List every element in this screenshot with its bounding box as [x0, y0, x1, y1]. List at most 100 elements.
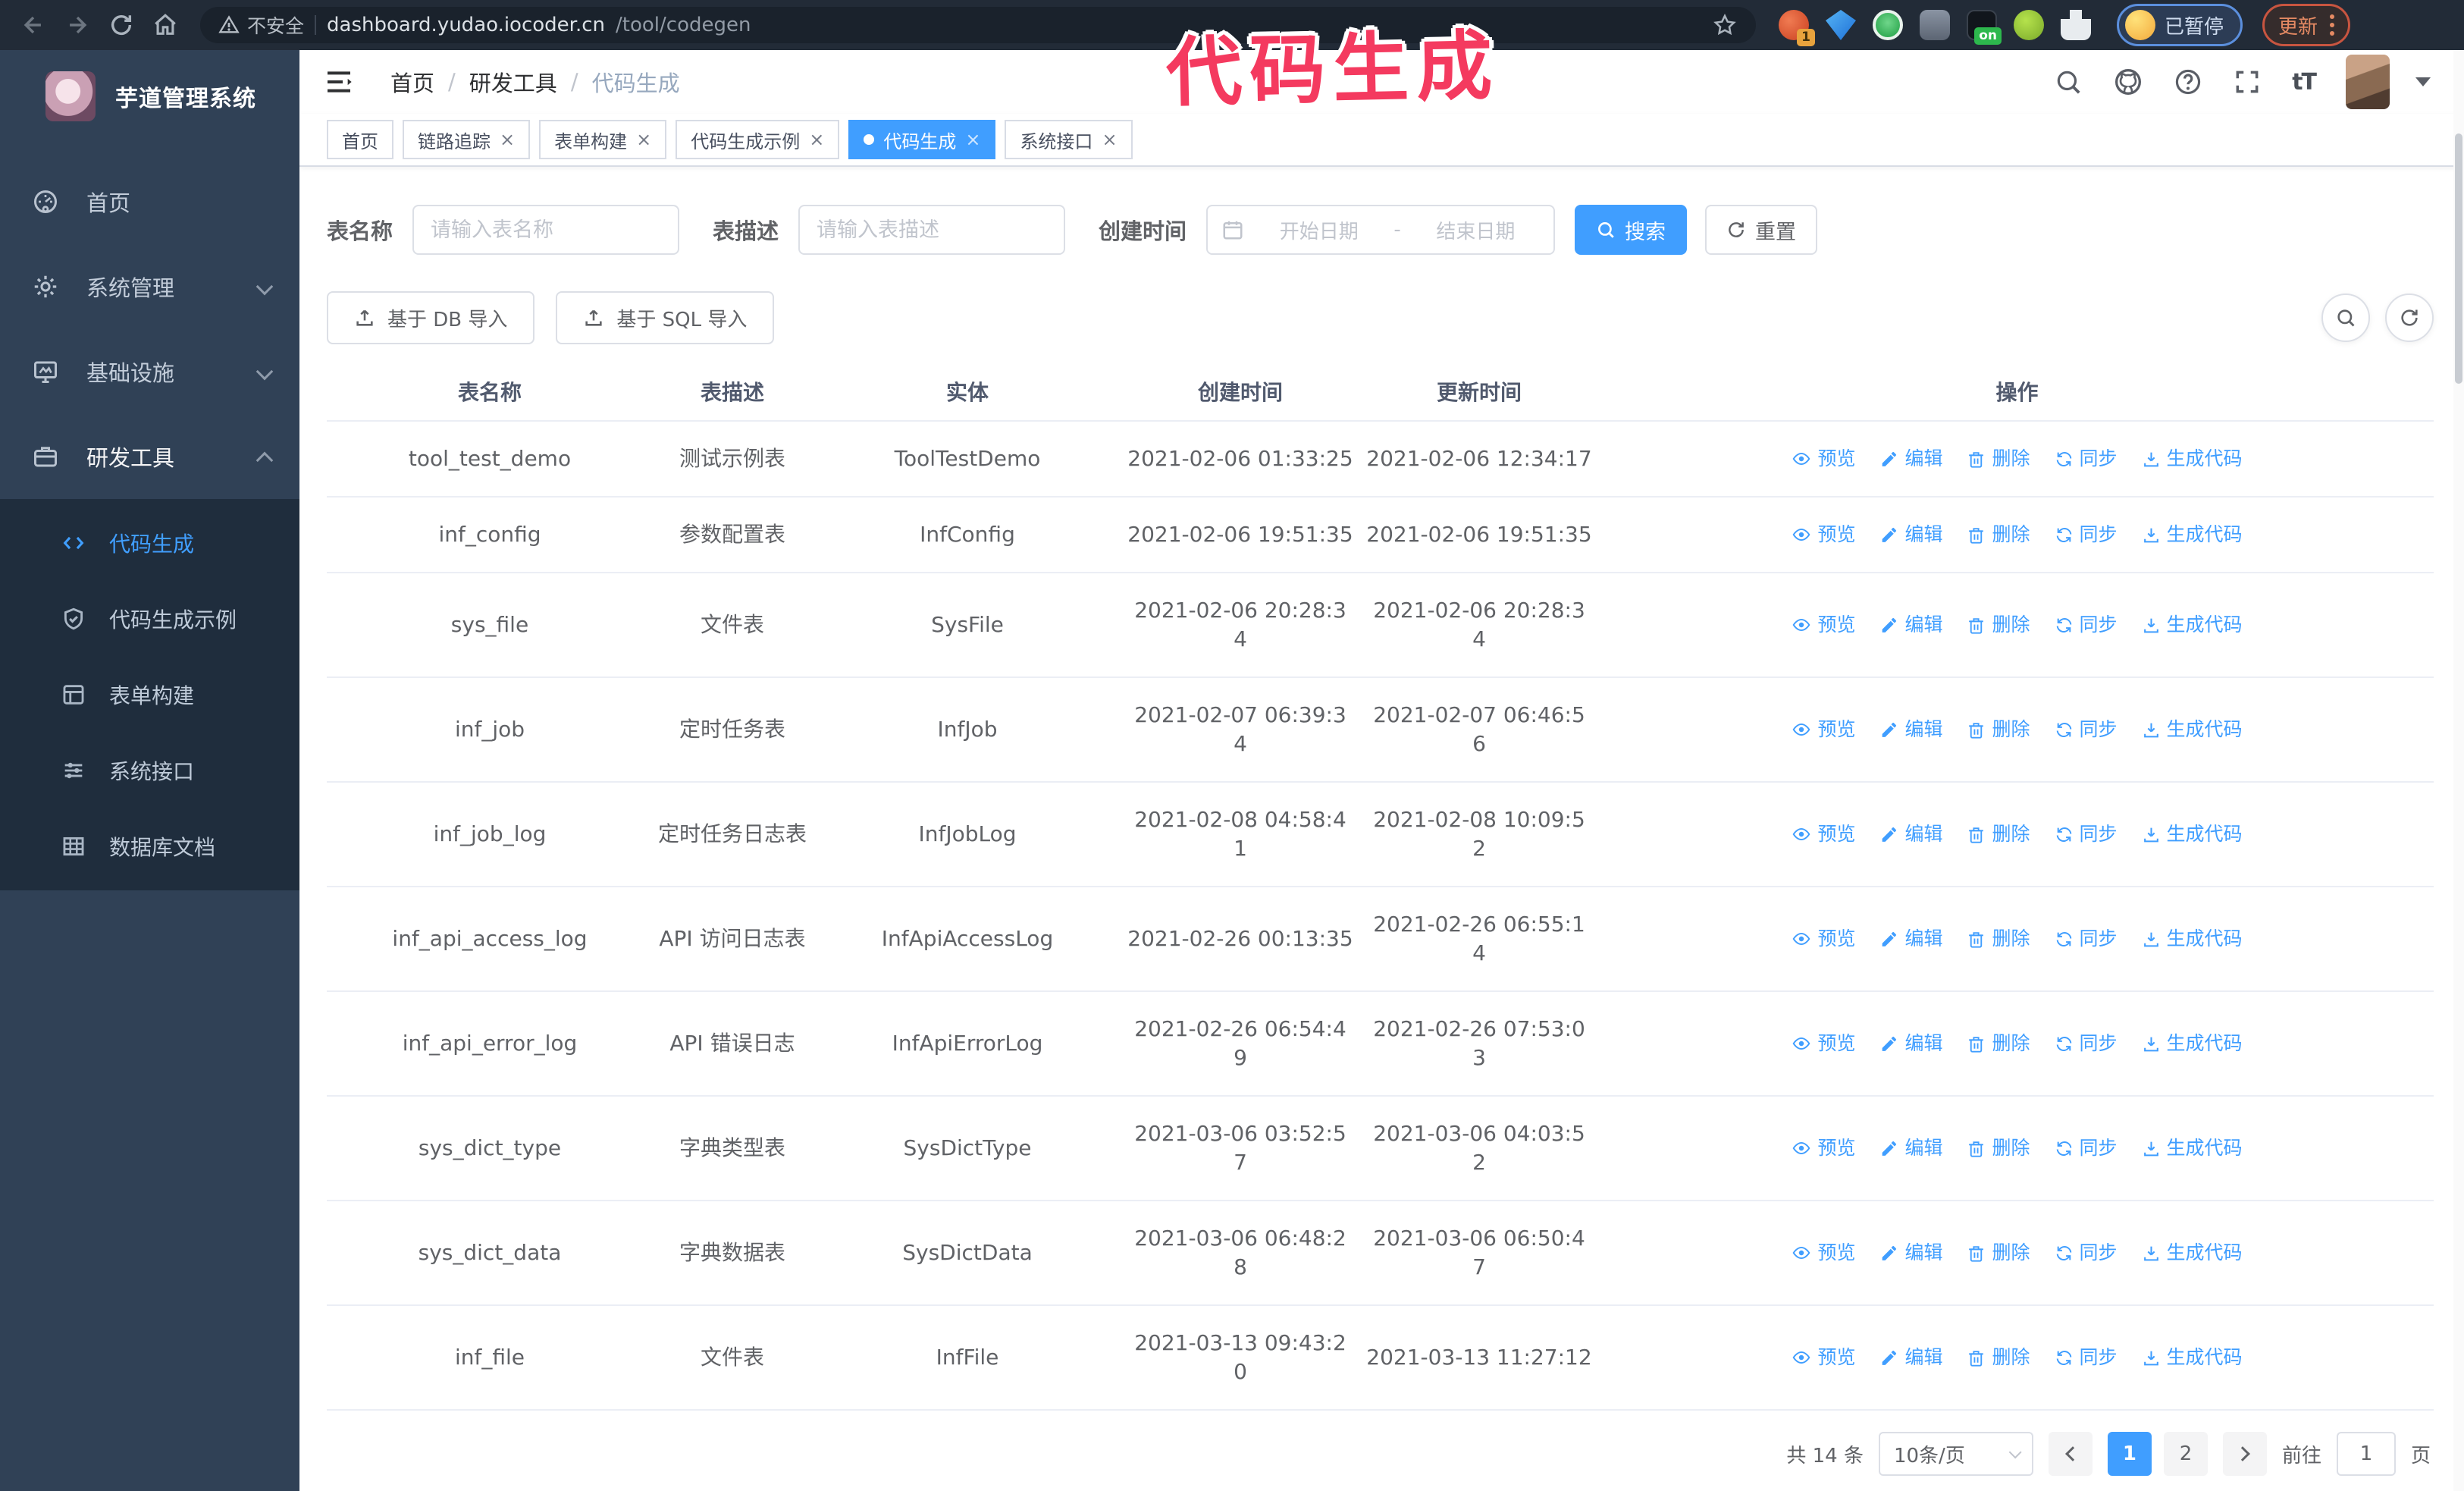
action-edit-link[interactable]: 编辑 [1879, 1134, 1942, 1163]
action-edit-link[interactable]: 编辑 [1879, 520, 1942, 549]
action-delete-link[interactable]: 删除 [1967, 611, 2030, 639]
action-generate-code-link[interactable]: 生成代码 [2142, 520, 2243, 549]
tab-系统接口[interactable]: 系统接口 × [1005, 120, 1133, 159]
bookmark-star-icon[interactable] [1712, 12, 1738, 38]
browser-menu-icon[interactable] [2330, 14, 2335, 36]
action-edit-link[interactable]: 编辑 [1879, 444, 1942, 473]
tab-close-icon[interactable]: × [965, 130, 980, 149]
action-eye-link[interactable]: 预览 [1792, 1029, 1855, 1058]
action-eye-link[interactable]: 预览 [1792, 611, 1855, 639]
action-generate-code-link[interactable]: 生成代码 [2142, 715, 2243, 744]
action-delete-link[interactable]: 删除 [1967, 1029, 2030, 1058]
action-sync-link[interactable]: 同步 [2055, 820, 2118, 849]
help-icon[interactable] [2174, 67, 2202, 96]
action-delete-link[interactable]: 删除 [1967, 924, 2030, 953]
action-generate-code-link[interactable]: 生成代码 [2142, 1029, 2243, 1058]
extension-orange[interactable]: 1 [1779, 10, 1815, 46]
action-edit-link[interactable]: 编辑 [1879, 1029, 1942, 1058]
tab-close-icon[interactable]: × [1102, 130, 1117, 149]
extension-puzzle[interactable] [2061, 10, 2091, 40]
action-edit-link[interactable]: 编辑 [1879, 924, 1942, 953]
forward-icon[interactable] [58, 5, 97, 45]
reset-button[interactable]: 重置 [1705, 205, 1818, 255]
action-generate-code-link[interactable]: 生成代码 [2142, 924, 2243, 953]
action-edit-link[interactable]: 编辑 [1879, 820, 1942, 849]
action-eye-link[interactable]: 预览 [1792, 1134, 1855, 1163]
action-eye-link[interactable]: 预览 [1792, 1343, 1855, 1372]
tab-代码生成[interactable]: 代码生成 × [848, 120, 996, 159]
extension-gem[interactable] [1826, 10, 1856, 40]
breadcrumb-devtools[interactable]: 研发工具 [469, 66, 557, 98]
action-edit-link[interactable]: 编辑 [1879, 1343, 1942, 1372]
action-generate-code-link[interactable]: 生成代码 [2142, 611, 2243, 639]
action-sync-link[interactable]: 同步 [2055, 1343, 2118, 1372]
action-edit-link[interactable]: 编辑 [1879, 611, 1942, 639]
browser-profile-button[interactable]: 已暂停 [2117, 4, 2243, 46]
back-icon[interactable] [14, 5, 53, 45]
tab-close-icon[interactable]: × [500, 130, 515, 149]
goto-page-input[interactable] [2336, 1432, 2396, 1476]
table-desc-input[interactable] [798, 205, 1066, 255]
tab-表单构建[interactable]: 表单构建 × [539, 120, 667, 159]
action-delete-link[interactable]: 删除 [1967, 715, 2030, 744]
font-size-icon[interactable]: tT [2292, 69, 2317, 96]
action-generate-code-link[interactable]: 生成代码 [2142, 1343, 2243, 1372]
reload-icon[interactable] [102, 5, 141, 45]
action-sync-link[interactable]: 同步 [2055, 611, 2118, 639]
extension-dark[interactable]: on [1967, 10, 2002, 45]
import-db-button[interactable]: 基于 DB 导入 [327, 291, 535, 344]
tab-链路追踪[interactable]: 链路追踪 × [403, 120, 531, 159]
browser-update-button[interactable]: 更新 [2262, 4, 2351, 46]
sidebar-item-form-builder[interactable]: 表单构建 [0, 657, 299, 733]
app-logo[interactable]: 芋道管理系统 [0, 50, 299, 141]
extension-android[interactable] [2014, 10, 2044, 40]
search-button[interactable]: 搜索 [1575, 205, 1688, 255]
sidebar-item-db-doc[interactable]: 数据库文档 [0, 808, 299, 884]
action-eye-link[interactable]: 预览 [1792, 1238, 1855, 1267]
sidebar-item-devtools[interactable]: 研发工具 [0, 414, 299, 499]
action-edit-link[interactable]: 编辑 [1879, 715, 1942, 744]
tab-首页[interactable]: 首页 [327, 120, 393, 159]
tab-close-icon[interactable]: × [636, 130, 651, 149]
address-bar[interactable]: 不安全 dashboard.yudao.iocoder.cn/tool/code… [200, 7, 1756, 43]
user-avatar[interactable] [2346, 55, 2390, 109]
fullscreen-icon[interactable] [2233, 67, 2262, 96]
action-delete-link[interactable]: 删除 [1967, 520, 2030, 549]
action-generate-code-link[interactable]: 生成代码 [2142, 1134, 2243, 1163]
tab-close-icon[interactable]: × [809, 130, 824, 149]
action-sync-link[interactable]: 同步 [2055, 1134, 2118, 1163]
action-sync-link[interactable]: 同步 [2055, 1029, 2118, 1058]
page-size-select[interactable]: 10条/页 [1878, 1432, 2033, 1476]
action-sync-link[interactable]: 同步 [2055, 520, 2118, 549]
tab-代码生成示例[interactable]: 代码生成示例 × [676, 120, 840, 159]
action-generate-code-link[interactable]: 生成代码 [2142, 1238, 2243, 1267]
action-edit-link[interactable]: 编辑 [1879, 1238, 1942, 1267]
sidebar-item-system-api[interactable]: 系统接口 [0, 733, 299, 808]
sidebar-item-codegen-example[interactable]: 代码生成示例 [0, 581, 299, 657]
sidebar-item-system[interactable]: 系统管理 [0, 244, 299, 329]
hamburger-icon[interactable] [324, 67, 354, 97]
prev-page-button[interactable] [2048, 1432, 2093, 1476]
sidebar-item-infra[interactable]: 基础设施 [0, 329, 299, 414]
action-delete-link[interactable]: 删除 [1967, 1134, 2030, 1163]
sidebar-item-codegen[interactable]: 代码生成 [0, 505, 299, 581]
extension-green-check[interactable] [1873, 10, 1903, 40]
action-eye-link[interactable]: 预览 [1792, 444, 1855, 473]
toggle-search-button[interactable] [2321, 293, 2370, 342]
action-sync-link[interactable]: 同步 [2055, 924, 2118, 953]
action-eye-link[interactable]: 预览 [1792, 924, 1855, 953]
home-icon[interactable] [146, 5, 185, 45]
page-button-2[interactable]: 2 [2163, 1432, 2208, 1476]
action-generate-code-link[interactable]: 生成代码 [2142, 820, 2243, 849]
page-button-1[interactable]: 1 [2107, 1432, 2152, 1476]
action-generate-code-link[interactable]: 生成代码 [2142, 444, 2243, 473]
import-sql-button[interactable]: 基于 SQL 导入 [556, 291, 775, 344]
security-warning[interactable]: 不安全 [218, 11, 304, 39]
table-name-input[interactable] [412, 205, 680, 255]
refresh-table-button[interactable] [2385, 293, 2434, 342]
sidebar-item-home[interactable]: 首页 [0, 159, 299, 244]
action-sync-link[interactable]: 同步 [2055, 1238, 2118, 1267]
search-icon[interactable] [2054, 67, 2083, 96]
date-range-picker[interactable]: 开始日期 - 结束日期 [1206, 205, 1556, 255]
action-delete-link[interactable]: 删除 [1967, 820, 2030, 849]
